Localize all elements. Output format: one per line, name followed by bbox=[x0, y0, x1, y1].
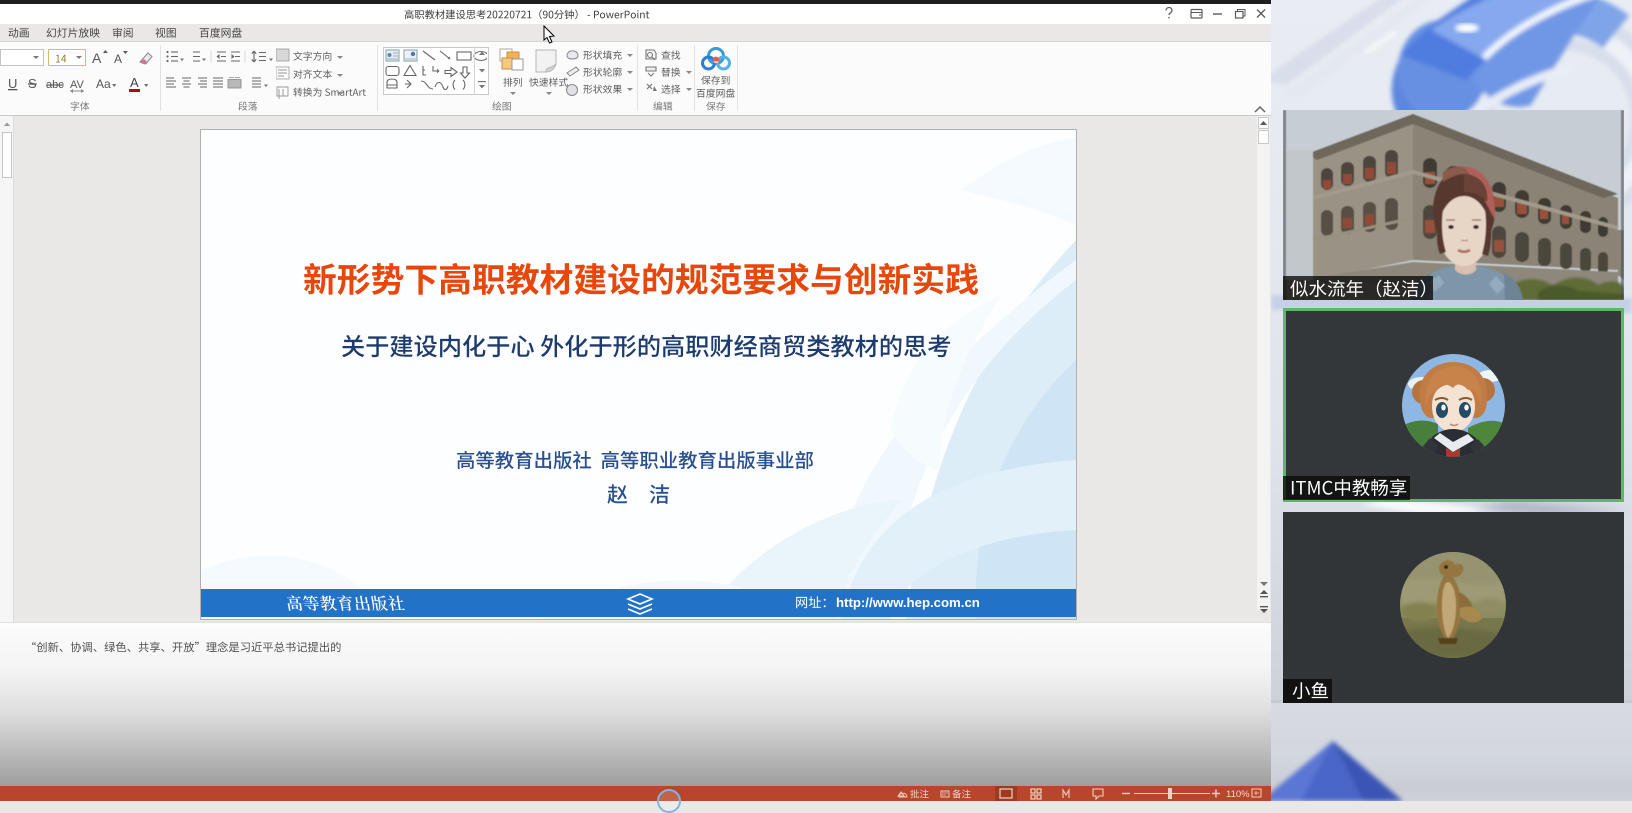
svg-text:Aa: Aa bbox=[96, 77, 111, 91]
svg-text:AV: AV bbox=[70, 79, 85, 91]
svg-text:U: U bbox=[8, 76, 17, 91]
svg-text:A: A bbox=[130, 75, 139, 90]
svg-text:A: A bbox=[92, 50, 102, 66]
svg-text:A: A bbox=[114, 52, 122, 66]
svg-text:S: S bbox=[28, 76, 37, 91]
svg-text:abc: abc bbox=[46, 79, 64, 91]
